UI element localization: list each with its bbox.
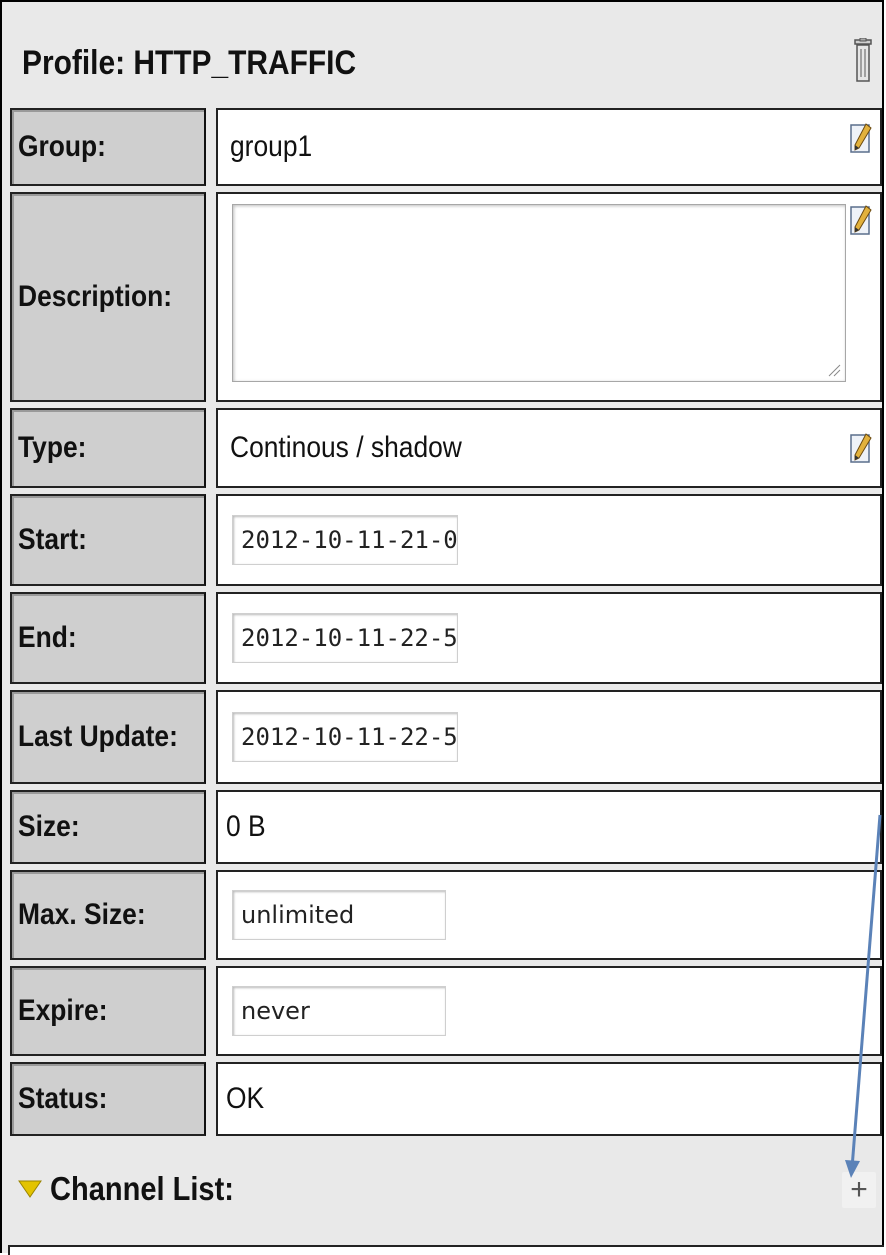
last-update-value-cell: 2012-10-11-22-5 <box>216 690 882 784</box>
type-label-cell: Type: <box>10 408 206 488</box>
description-value-cell <box>216 192 882 402</box>
last-update-row: Last Update: 2012-10-11-22-5 <box>10 690 882 784</box>
end-value-cell: 2012-10-11-22-5 <box>216 592 882 684</box>
end-input[interactable]: 2012-10-11-22-5 <box>232 613 458 663</box>
start-label: Start: <box>18 523 87 556</box>
type-row: Type: Continous / shadow <box>10 408 882 488</box>
add-channel-button[interactable]: + <box>842 1172 876 1208</box>
start-label-cell: Start: <box>10 494 206 586</box>
page-title: Profile: HTTP_TRAFFIC <box>22 44 357 82</box>
last-update-label-cell: Last Update: <box>10 690 206 784</box>
channel-list-label: Channel List: <box>50 1170 234 1207</box>
size-value: 0 B <box>226 810 266 843</box>
size-label: Size: <box>18 810 80 843</box>
expire-label-cell: Expire: <box>10 966 206 1056</box>
plus-icon: + <box>850 1173 868 1206</box>
end-label: End: <box>18 621 77 654</box>
last-update-label: Last Update: <box>18 720 178 753</box>
edit-group-icon[interactable] <box>850 122 872 154</box>
end-row: End: 2012-10-11-22-5 <box>10 592 882 684</box>
max-size-input[interactable]: unlimited <box>232 890 446 940</box>
status-label-cell: Status: <box>10 1062 206 1136</box>
start-row: Start: 2012-10-11-21-0 <box>10 494 882 586</box>
max-size-label-cell: Max. Size: <box>10 870 206 960</box>
expire-input[interactable]: never <box>232 986 446 1036</box>
type-label: Type: <box>18 431 87 464</box>
description-label: Description: <box>18 280 173 313</box>
status-row: Status: OK <box>10 1062 882 1136</box>
description-textarea[interactable] <box>232 204 846 382</box>
start-value-cell: 2012-10-11-21-0 <box>216 494 882 586</box>
last-update-value: 2012-10-11-22-5 <box>241 723 458 751</box>
profile-header: Profile: HTTP_TRAFFIC <box>4 6 882 104</box>
size-row: Size: 0 B <box>10 790 882 864</box>
end-label-cell: End: <box>10 592 206 684</box>
max-size-row: Max. Size: unlimited <box>10 870 882 960</box>
profile-panel: Profile: HTTP_TRAFFIC Group: group1 Desc… <box>0 0 884 1255</box>
size-value-cell: 0 B <box>216 790 882 864</box>
max-size-value-cell: unlimited <box>216 870 882 960</box>
max-size-label: Max. Size: <box>18 898 146 931</box>
group-value: group1 <box>230 130 313 163</box>
description-label-cell: Description: <box>10 192 206 402</box>
status-value: OK <box>226 1082 265 1115</box>
expire-row: Expire: never <box>10 966 882 1056</box>
triangle-down-icon[interactable] <box>18 1180 42 1198</box>
expire-value-cell: never <box>216 966 882 1056</box>
resize-grip-icon[interactable] <box>827 363 841 377</box>
start-input[interactable]: 2012-10-11-21-0 <box>232 515 458 565</box>
group-value-cell: group1 <box>216 108 882 186</box>
max-size-value: unlimited <box>241 901 355 929</box>
start-value: 2012-10-11-21-0 <box>241 526 458 554</box>
group-label: Group: <box>18 130 106 163</box>
edit-description-icon[interactable] <box>850 204 872 236</box>
last-update-input[interactable]: 2012-10-11-22-5 <box>232 712 458 762</box>
status-value-cell: OK <box>216 1062 882 1136</box>
channel-list-header[interactable]: Channel List: + <box>4 1142 884 1212</box>
trash-icon[interactable] <box>852 38 874 84</box>
expire-label: Expire: <box>18 994 108 1027</box>
status-label: Status: <box>18 1082 108 1115</box>
description-row: Description: <box>10 192 882 402</box>
edit-type-icon[interactable] <box>850 432 872 464</box>
channel-list-table-edge <box>8 1245 884 1255</box>
type-value-cell: Continous / shadow <box>216 408 882 488</box>
group-row: Group: group1 <box>10 108 882 186</box>
size-label-cell: Size: <box>10 790 206 864</box>
end-value: 2012-10-11-22-5 <box>241 624 458 652</box>
expire-value: never <box>241 997 310 1025</box>
group-label-cell: Group: <box>10 108 206 186</box>
type-value: Continous / shadow <box>230 431 462 464</box>
